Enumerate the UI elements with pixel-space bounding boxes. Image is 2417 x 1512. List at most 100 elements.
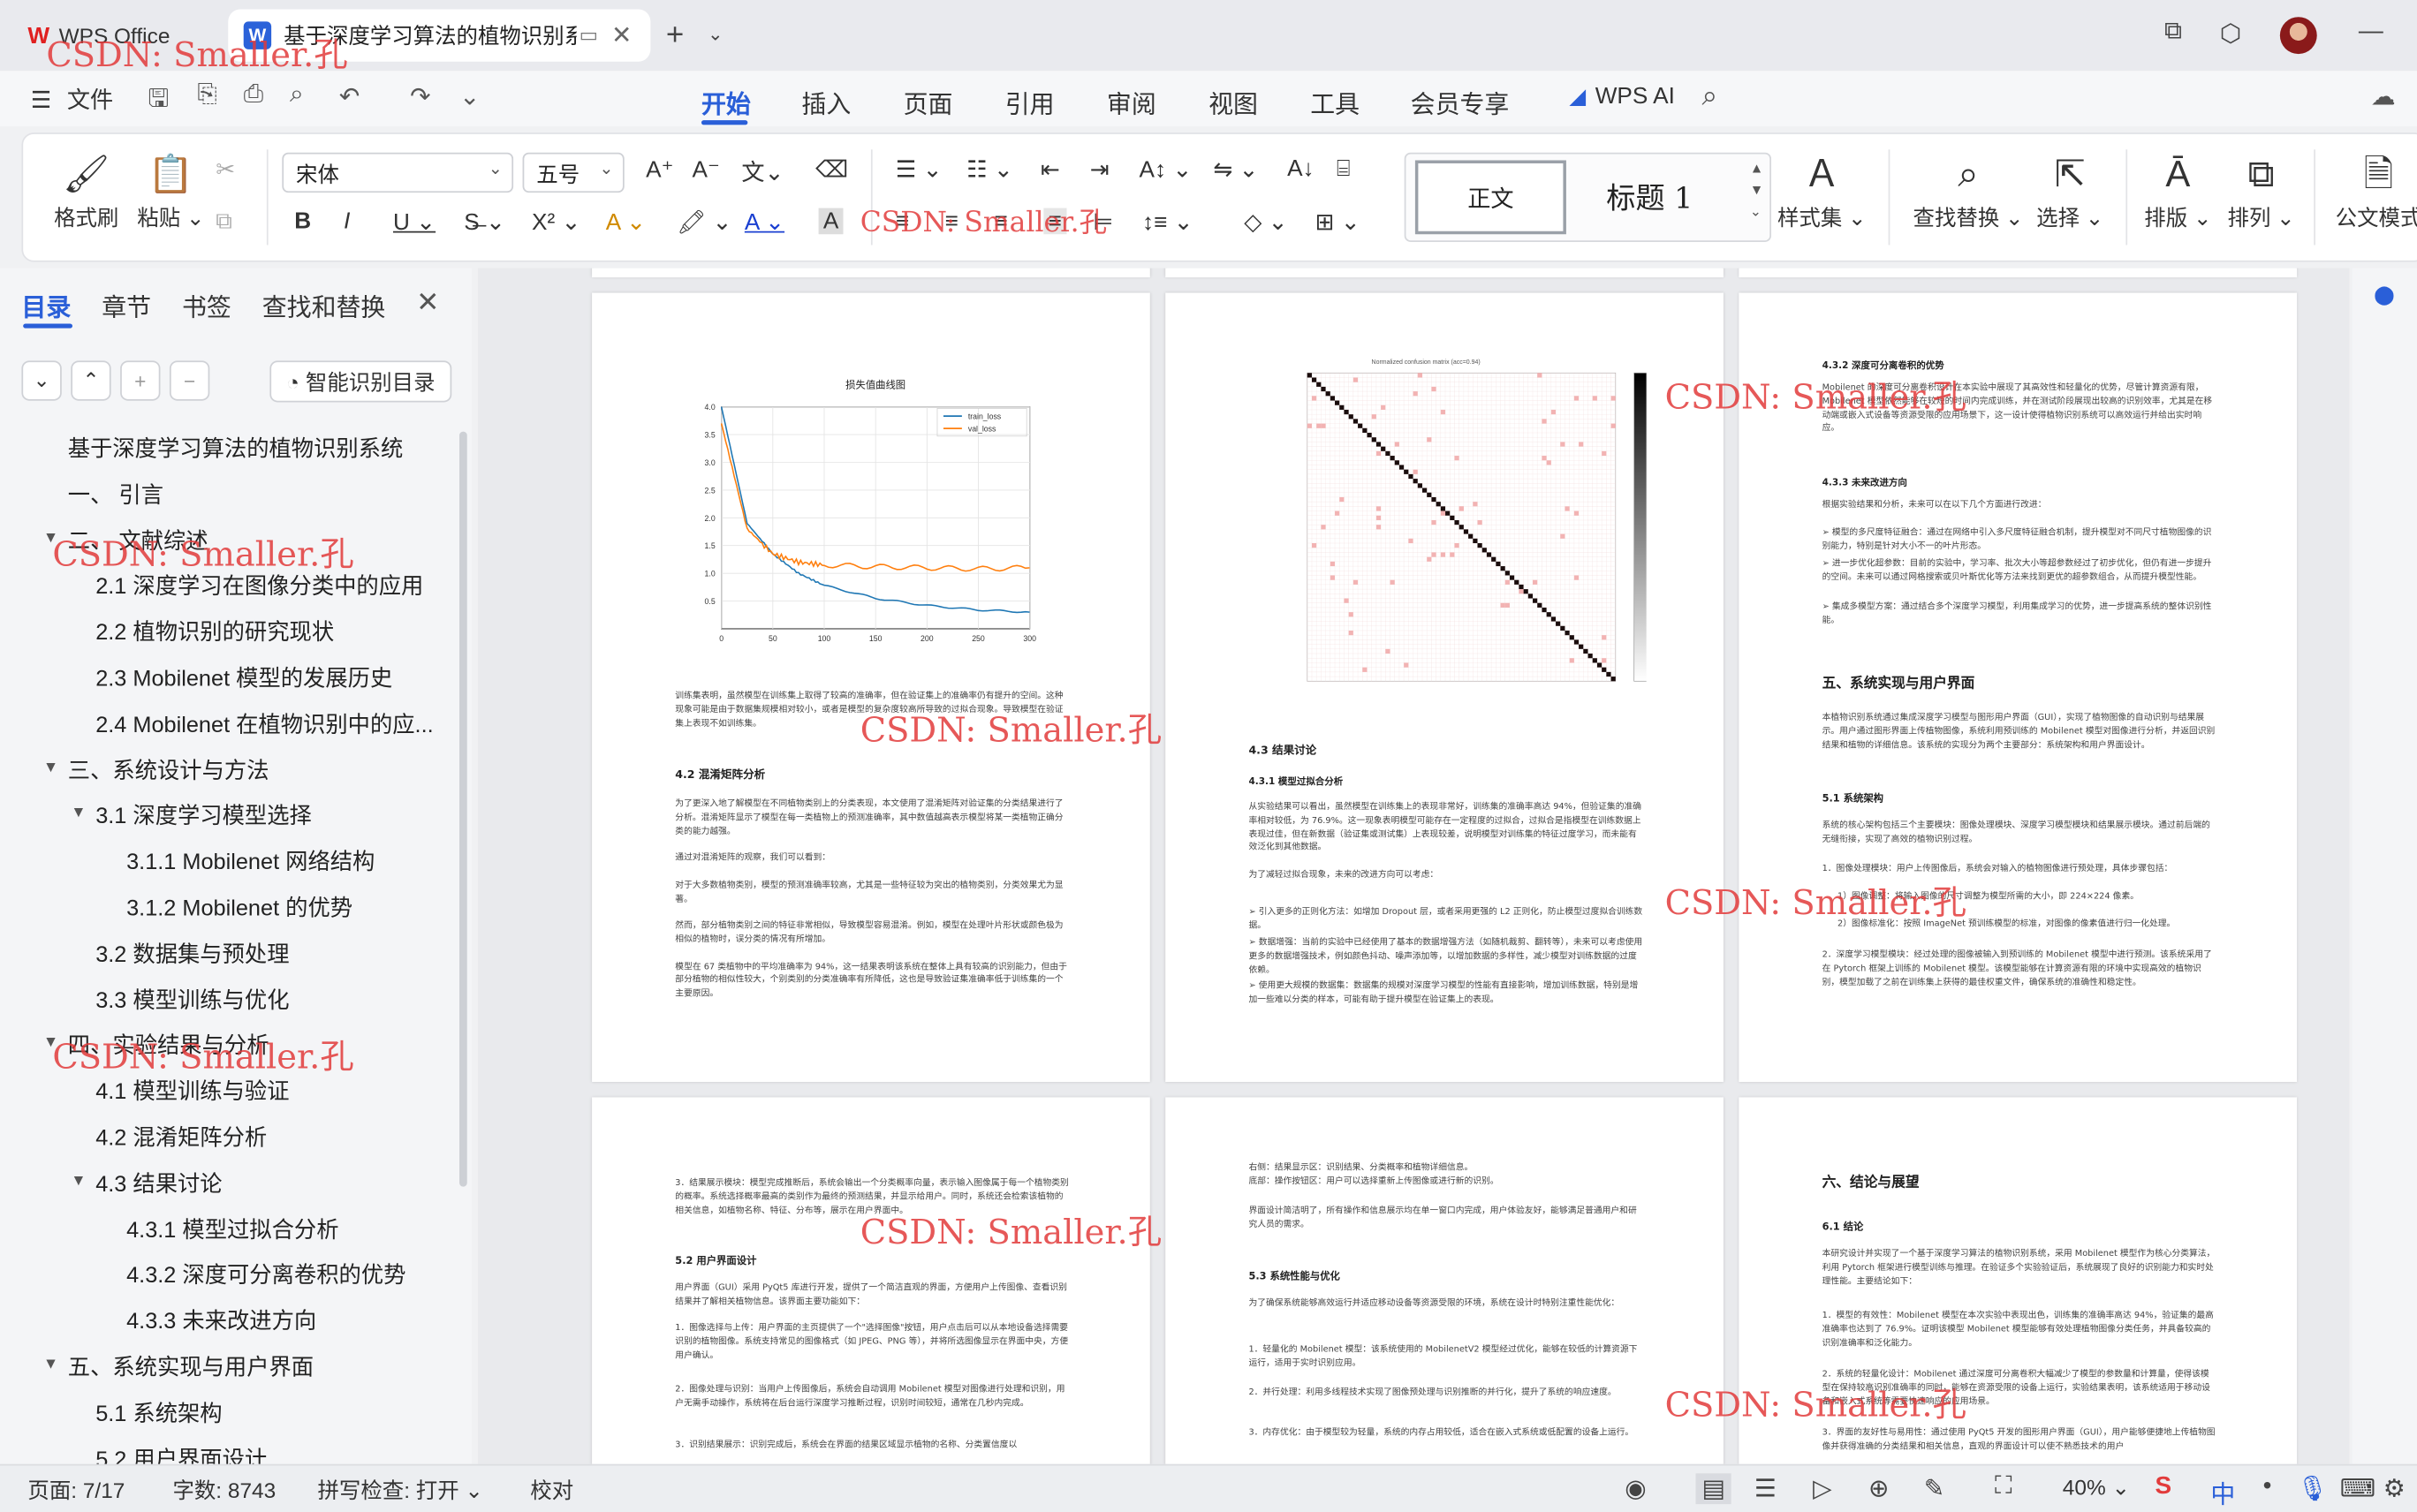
restore-window-icon[interactable]: ⧉	[2164, 19, 2182, 46]
underline-icon[interactable]: U ⌄	[393, 208, 436, 236]
location-pin-icon[interactable]: ⬤	[2374, 284, 2395, 305]
toc-item[interactable]: 4.1 模型训练与验证	[95, 1075, 447, 1112]
toc-item[interactable]: 五、系统实现与用户界面	[68, 1350, 447, 1387]
toc-expand-icon[interactable]: ▼	[71, 1173, 86, 1190]
format-painter-button[interactable]: 🖌 格式刷	[54, 149, 118, 232]
screen-cast-icon[interactable]: ▭	[580, 23, 598, 48]
char-shading-icon[interactable]: A	[819, 208, 844, 235]
avatar[interactable]	[2280, 17, 2317, 54]
style-heading1-button[interactable]: 标题 1	[1606, 176, 1693, 217]
style-normal-button[interactable]: 正文	[1415, 160, 1566, 234]
font-size-select[interactable]: 五号 ⌄	[523, 153, 625, 193]
toc-item[interactable]: 3.3 模型训练与优化	[95, 983, 447, 1020]
tab-chapters[interactable]: 章节	[102, 287, 151, 324]
spell-check-toggle[interactable]: 拼写检查: 打开 ⌄	[317, 1475, 482, 1506]
tab-insert[interactable]: 插入	[801, 83, 851, 120]
toc-item[interactable]: 4.2 混淆矩阵分析	[95, 1121, 447, 1158]
print-icon[interactable]: ⎙	[244, 81, 263, 109]
tab-review[interactable]: 审阅	[1107, 83, 1156, 120]
toc-item[interactable]: 4.3.3 未来改进方向	[126, 1304, 447, 1342]
numbered-list-icon[interactable]: ☷ ⌄	[966, 155, 1013, 183]
tab-tools[interactable]: 工具	[1310, 83, 1360, 120]
shading-icon[interactable]: ◇ ⌄	[1244, 208, 1287, 236]
document-canvas[interactable]: 损失值曲线图0.51.01.52.02.53.03.54.00501001502…	[478, 268, 2349, 1464]
collapse-all-button[interactable]: ⌄	[21, 360, 61, 400]
toc-item[interactable]: 2.2 植物识别的研究现状	[95, 616, 447, 653]
borders-icon[interactable]: ⊞ ⌄	[1315, 208, 1360, 236]
toc-item[interactable]: 4.3 结果讨论	[95, 1167, 447, 1204]
find-replace-button[interactable]: ⌕ 查找替换 ⌄	[1913, 149, 2024, 232]
undo-icon[interactable]: ↶	[339, 81, 360, 112]
file-menu[interactable]: ☰ 文件	[31, 83, 113, 116]
text-direction-icon[interactable]: A↕ ⌄	[1140, 155, 1193, 183]
bold-icon[interactable]: B	[294, 208, 311, 235]
toc-item[interactable]: 3.1.2 Mobilenet 的优势	[126, 891, 447, 928]
new-tab-button[interactable]: +	[666, 19, 684, 54]
italic-icon[interactable]: I	[344, 208, 350, 235]
toc-item[interactable]: 一、 引言	[68, 478, 447, 515]
add-heading-button[interactable]: +	[120, 360, 160, 400]
toc-item[interactable]: 2.3 Mobilenet 模型的发展历史	[95, 662, 447, 699]
toc-scrollbar[interactable]	[459, 432, 467, 1187]
proofread-button[interactable]: 校对	[530, 1475, 573, 1506]
page-view-icon[interactable]: ▤	[1696, 1473, 1731, 1504]
paste-button[interactable]: 📋 粘贴 ⌄	[137, 149, 204, 232]
close-panel-icon[interactable]: ✕	[416, 287, 439, 320]
font-shrink-icon[interactable]: A⁻	[693, 155, 720, 183]
increase-indent-icon[interactable]: ⇥	[1090, 155, 1110, 183]
cloud-upload-icon[interactable]: ☁	[2371, 81, 2396, 112]
expand-up-button[interactable]: ⌃	[71, 360, 110, 400]
toc-item[interactable]: 基于深度学习算法的植物识别系统	[68, 432, 447, 469]
tab-member[interactable]: 会员专享	[1411, 83, 1510, 120]
superscript-icon[interactable]: X² ⌄	[532, 208, 580, 236]
ime-mode-icon[interactable]: 中	[2210, 1473, 2235, 1510]
line-spacing-icon[interactable]: ↕≡ ⌄	[1142, 208, 1193, 236]
toc-item[interactable]: 4.3.2 深度可分离卷积的优势	[126, 1259, 447, 1296]
wps-ai-button[interactable]: ◢ WPS AI	[1569, 83, 1674, 110]
toc-expand-icon[interactable]: ▼	[71, 805, 86, 822]
redo-icon[interactable]: ↷	[410, 81, 430, 112]
ime-punct-icon[interactable]: •	[2263, 1473, 2272, 1501]
export-icon[interactable]: ⎘	[197, 81, 216, 109]
tab-find-replace[interactable]: 查找和替换	[262, 287, 386, 324]
pinyin-icon[interactable]: 文⌄	[741, 155, 784, 188]
text-effect-icon[interactable]: A ⌄	[606, 208, 646, 236]
font-color-icon[interactable]: A ⌄	[745, 208, 784, 236]
toc-item[interactable]: 2.4 Mobilenet 在植物识别中的应...	[95, 707, 447, 745]
eye-icon[interactable]: ◉	[1625, 1473, 1646, 1504]
keyboard-icon[interactable]: ⌨	[2340, 1473, 2375, 1504]
ime-settings-icon[interactable]: ⚙	[2383, 1473, 2406, 1504]
fit-page-icon[interactable]: ⛶	[1995, 1473, 2012, 1501]
chinese-layout-icon[interactable]: ⇋ ⌄	[1213, 155, 1258, 183]
highlight-icon[interactable]: 🖍 ⌄	[677, 208, 731, 236]
tab-home[interactable]: 开始	[701, 83, 751, 120]
page-indicator[interactable]: 页面: 7/17	[27, 1475, 125, 1506]
chevron-down-icon[interactable]: ⌄	[708, 23, 724, 44]
tab-view[interactable]: 视图	[1208, 83, 1258, 120]
tab-bookmarks[interactable]: 书签	[182, 287, 231, 324]
play-icon[interactable]: ▷	[1813, 1473, 1831, 1504]
toc-expand-icon[interactable]: ▼	[43, 760, 58, 776]
save-icon[interactable]: 🖫	[148, 81, 170, 123]
toc-item[interactable]: 三、系统设计与方法	[68, 753, 447, 790]
cube-icon[interactable]: ⬡	[2220, 19, 2241, 49]
decrease-indent-icon[interactable]: ⇤	[1041, 155, 1060, 183]
toc-expand-icon[interactable]: ▼	[43, 1357, 58, 1373]
outline-view-icon[interactable]: ☰	[1754, 1473, 1777, 1504]
style-gallery-scroll-icon[interactable]: ▲▼⌄	[1750, 157, 1764, 222]
strikethrough-icon[interactable]: S̶ ⌄	[464, 208, 505, 236]
toc-item[interactable]: 3.1 深度学习模型选择	[95, 799, 447, 836]
remove-heading-button[interactable]: −	[170, 360, 209, 400]
toc-item[interactable]: 5.1 系统架构	[95, 1396, 447, 1433]
arrange-button[interactable]: ⧉ 排列 ⌄	[2228, 149, 2295, 232]
web-view-icon[interactable]: ⊕	[1868, 1473, 1889, 1504]
ime-logo-icon[interactable]: S	[2156, 1473, 2172, 1501]
tab-page[interactable]: 页面	[904, 83, 953, 120]
print-preview-icon[interactable]: ⌕	[290, 81, 304, 109]
clear-format-icon[interactable]: ⌫	[815, 155, 848, 183]
show-marks-icon[interactable]: ⌸	[1337, 155, 1351, 182]
official-doc-button[interactable]: 🗎 公文模式	[2336, 149, 2417, 232]
smart-toc-button[interactable]: ◔ 智能识别目录	[269, 360, 451, 402]
select-button[interactable]: ⇱ 选择 ⌄	[2036, 149, 2103, 232]
copy-icon[interactable]: ⧉	[216, 208, 232, 235]
